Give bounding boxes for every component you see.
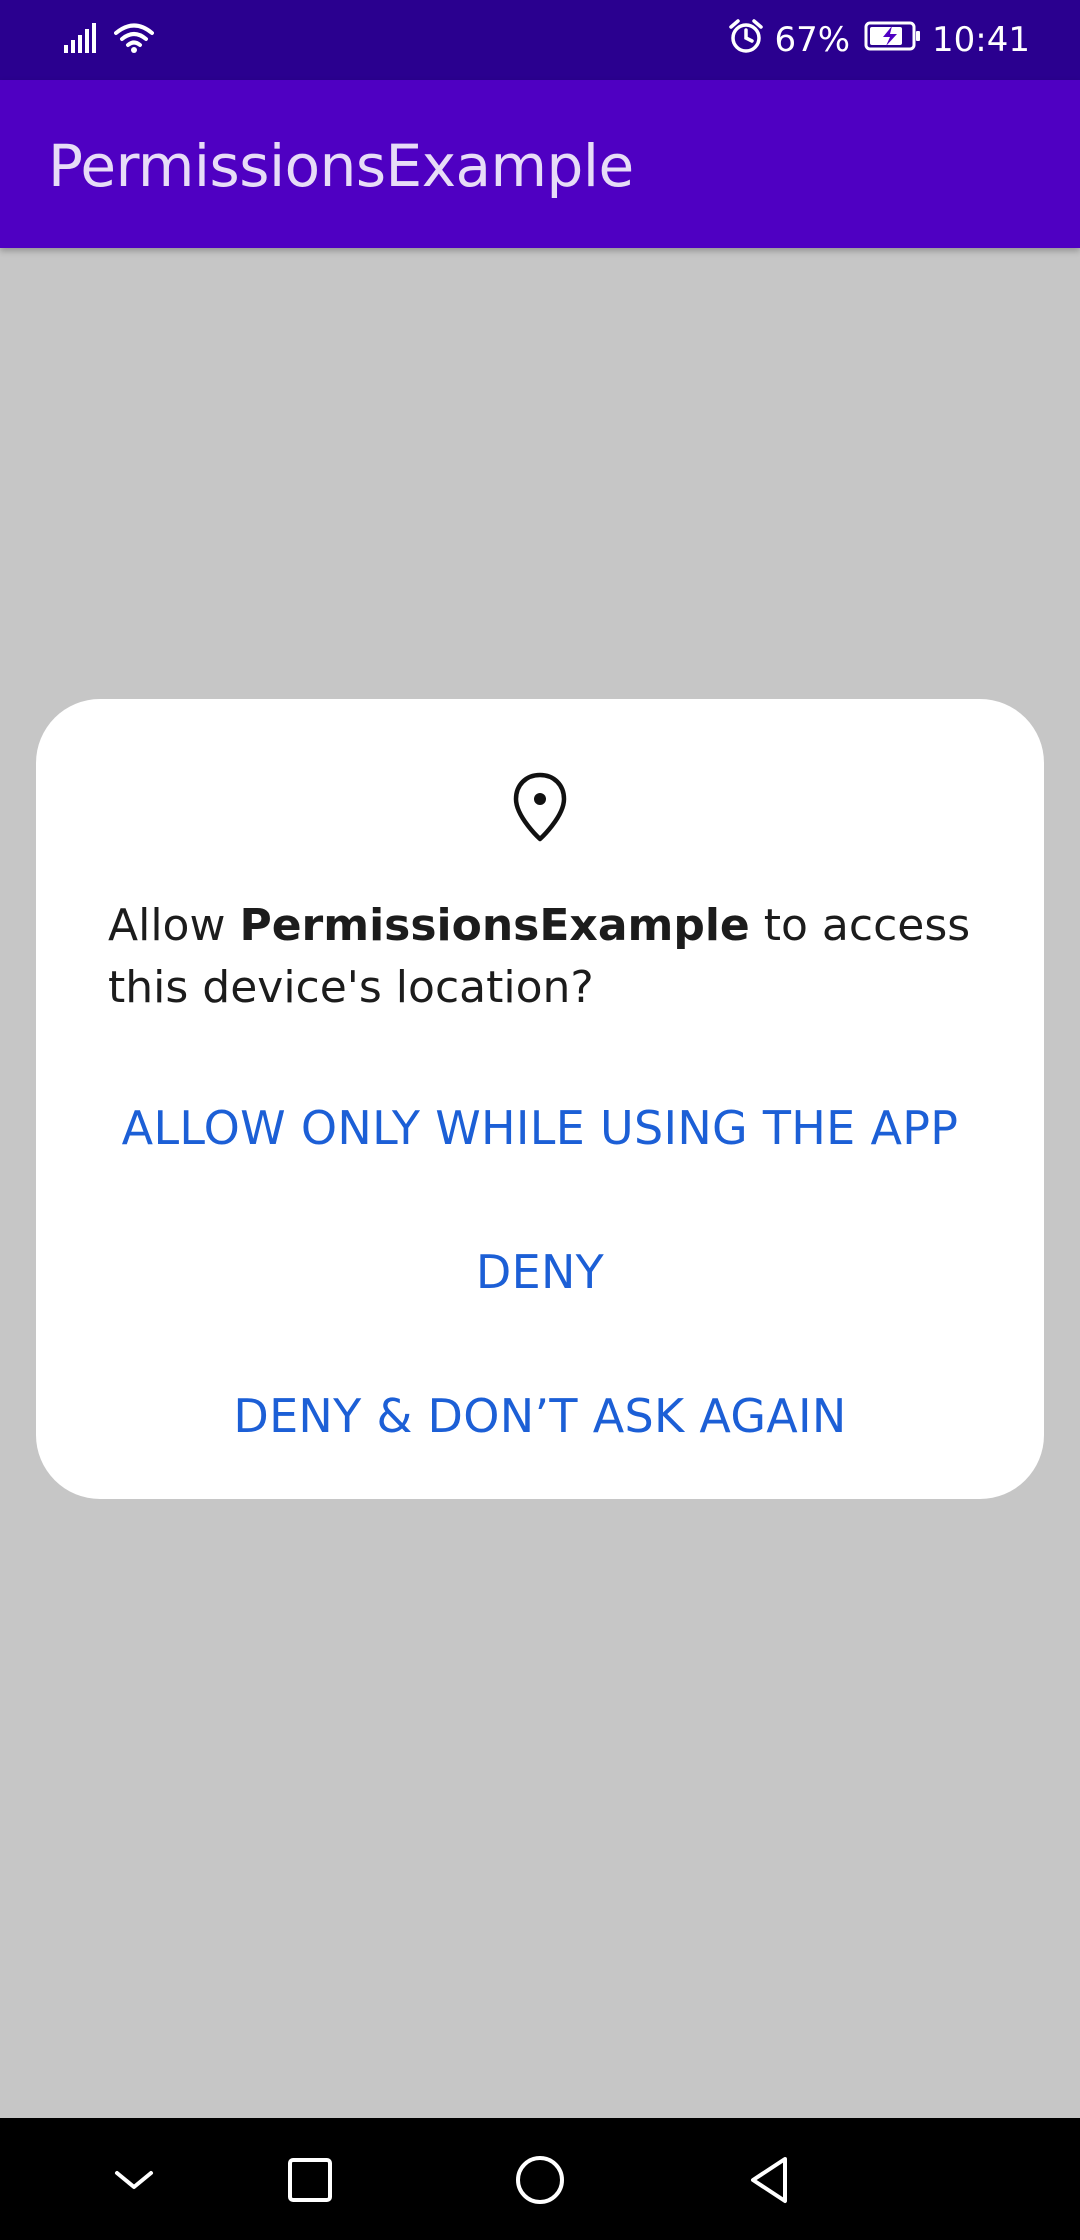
- back-icon[interactable]: [729, 2140, 809, 2220]
- deny-button[interactable]: DENY: [36, 1207, 1044, 1337]
- home-icon[interactable]: [500, 2140, 580, 2220]
- app-title: PermissionsExample: [48, 132, 634, 200]
- recents-icon[interactable]: [270, 2140, 350, 2220]
- dialog-app-name: PermissionsExample: [239, 900, 750, 951]
- navigation-bar: [0, 2118, 1080, 2240]
- chevron-down-icon[interactable]: [94, 2140, 174, 2220]
- signal-icon: [64, 23, 100, 57]
- status-right-icons: 67% 10:41: [728, 14, 1030, 66]
- battery-percent: 67%: [774, 20, 851, 60]
- dialog-message-prefix: Allow: [108, 900, 240, 951]
- app-bar: PermissionsExample: [0, 80, 1080, 248]
- location-pin-icon: [511, 771, 569, 843]
- allow-while-using-button[interactable]: ALLOW ONLY WHILE USING THE APP: [36, 1063, 1044, 1193]
- dialog-message: Allow PermissionsExample to access this …: [108, 895, 988, 1019]
- battery-charging-icon: [864, 20, 922, 61]
- alarm-icon: [728, 18, 764, 63]
- clock-time: 10:41: [932, 20, 1030, 60]
- status-bar: 67% 10:41: [0, 0, 1080, 80]
- wifi-icon: [114, 22, 154, 58]
- status-left-icons: [64, 18, 154, 62]
- deny-dont-ask-again-button[interactable]: DENY & DON’T ASK AGAIN: [36, 1351, 1044, 1481]
- permission-dialog: Allow PermissionsExample to access this …: [36, 699, 1044, 1499]
